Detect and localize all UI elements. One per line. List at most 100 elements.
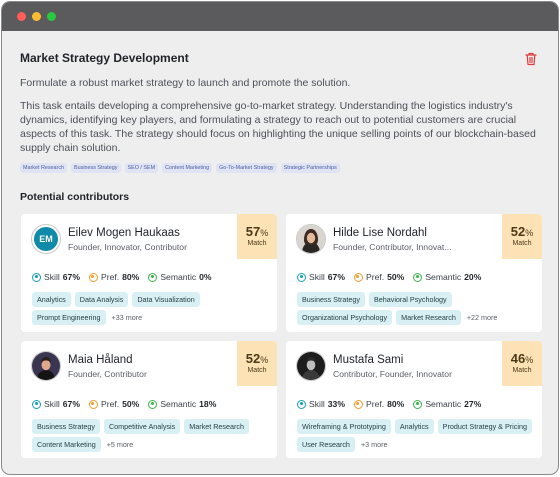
skill-tag: Market Research bbox=[184, 419, 249, 434]
avatar bbox=[31, 351, 61, 381]
contributor-card[interactable]: Mustafa Sami Contributor, Founder, Innov… bbox=[286, 341, 542, 458]
match-badge: 52% Match bbox=[237, 341, 277, 386]
task-tag[interactable]: Business Strategy bbox=[71, 163, 121, 173]
skill-tag: Market Research bbox=[396, 310, 461, 325]
match-percent: 52 bbox=[245, 351, 261, 366]
skill-tag: Organizational Psychology bbox=[297, 310, 393, 325]
task-tag[interactable]: Content Marketing bbox=[162, 163, 213, 173]
semantic-icon bbox=[413, 399, 423, 409]
match-percent: 57 bbox=[245, 224, 261, 239]
app-window: Market Strategy Development Formulate a … bbox=[1, 1, 559, 475]
task-title: Market Strategy Development bbox=[20, 51, 189, 65]
pref-value: 80% bbox=[387, 399, 405, 409]
close-window-button[interactable] bbox=[17, 12, 26, 21]
skill-icon bbox=[32, 399, 41, 409]
skill-tag: Analytics bbox=[394, 419, 434, 434]
skill-icon bbox=[32, 272, 41, 282]
avatar: EM bbox=[31, 224, 61, 254]
skill-tag: Analytics bbox=[32, 292, 71, 307]
pref-label: Pref. bbox=[365, 399, 385, 409]
task-summary: Formulate a robust market strategy to la… bbox=[20, 77, 351, 89]
match-unit: % bbox=[525, 355, 534, 365]
match-label: Match bbox=[247, 240, 267, 247]
match-badge: 57% Match bbox=[237, 214, 277, 259]
skill-icon bbox=[297, 399, 306, 409]
minimize-window-button[interactable] bbox=[32, 12, 41, 21]
semantic-label: Semantic bbox=[160, 399, 197, 409]
match-unit: % bbox=[260, 355, 269, 365]
contributor-card[interactable]: Hilde Lise Nordahl Founder, Contributor,… bbox=[286, 214, 542, 332]
semantic-label: Semantic bbox=[425, 272, 462, 282]
task-tag[interactable]: SEO / SEM bbox=[124, 163, 159, 173]
avatar bbox=[296, 351, 326, 381]
match-badge: 52% Match bbox=[502, 214, 542, 259]
pref-label: Pref. bbox=[365, 272, 385, 282]
pref-label: Pref. bbox=[100, 399, 120, 409]
pref-value: 50% bbox=[122, 399, 140, 409]
semantic-label: Semantic bbox=[160, 272, 197, 282]
preference-icon bbox=[88, 399, 98, 409]
task-description: This task entails developing a comprehen… bbox=[20, 100, 536, 154]
semantic-value: 0% bbox=[199, 272, 212, 282]
contributor-role: Contributor, Founder, Innovator bbox=[333, 369, 452, 379]
semantic-icon bbox=[148, 272, 158, 282]
contributor-card[interactable]: Maia Håland Founder, Contributor 52% Mat… bbox=[21, 341, 277, 458]
contributor-name: Maia Håland bbox=[68, 354, 133, 366]
more-skills-link[interactable]: +3 more bbox=[361, 440, 388, 449]
maximize-window-button[interactable] bbox=[47, 12, 56, 21]
skill-tag: User Research bbox=[297, 437, 355, 452]
skill-tag: Content Marketing bbox=[32, 437, 101, 452]
pref-value: 80% bbox=[122, 272, 140, 282]
skill-value: 67% bbox=[62, 399, 80, 409]
task-tag[interactable]: Go-To-Market Strategy bbox=[216, 163, 277, 173]
trash-icon[interactable] bbox=[525, 52, 537, 66]
skills-list: Business Strategy Competitive Analysis M… bbox=[32, 419, 270, 452]
semantic-label: Semantic bbox=[425, 399, 462, 409]
match-label: Match bbox=[512, 240, 532, 247]
metrics-row: Skill 67% Pref. 80% Semantic 0% bbox=[32, 272, 212, 282]
semantic-value: 20% bbox=[464, 272, 482, 282]
task-tag[interactable]: Market Research bbox=[20, 163, 68, 173]
skill-tag: Business Strategy bbox=[297, 292, 365, 307]
avatar-photo bbox=[297, 225, 325, 253]
avatar-photo bbox=[297, 352, 325, 380]
avatar-photo bbox=[32, 352, 60, 380]
preference-icon bbox=[88, 272, 98, 282]
more-skills-link[interactable]: +33 more bbox=[112, 313, 143, 322]
skill-value: 67% bbox=[62, 272, 80, 282]
skill-label: Skill bbox=[44, 399, 60, 409]
metrics-row: Skill 33% Pref. 80% Semantic 27% bbox=[297, 399, 481, 409]
task-tag[interactable]: Strategic Partnerships bbox=[280, 163, 340, 173]
contributor-card[interactable]: EM Eilev Mogen Haukaas Founder, Innovato… bbox=[21, 214, 277, 332]
metrics-row: Skill 67% Pref. 50% Semantic 20% bbox=[297, 272, 481, 282]
skills-list: Wireframing & Prototyping Analytics Prod… bbox=[297, 419, 535, 452]
match-percent: 46 bbox=[510, 351, 526, 366]
skill-tag: Prompt Engineering bbox=[32, 310, 106, 325]
preference-icon bbox=[353, 272, 363, 282]
task-detail-panel: Market Strategy Development Formulate a … bbox=[2, 31, 558, 474]
skill-icon bbox=[297, 272, 306, 282]
match-unit: % bbox=[525, 228, 534, 238]
contributor-role: Founder, Innovator, Contributor bbox=[68, 242, 187, 252]
match-percent: 52 bbox=[510, 224, 526, 239]
contributor-role: Founder, Contributor, Innovat... bbox=[333, 242, 452, 252]
skill-label: Skill bbox=[44, 272, 60, 282]
semantic-icon bbox=[148, 399, 158, 409]
match-label: Match bbox=[512, 367, 532, 374]
avatar-initials: EM bbox=[34, 227, 58, 251]
skill-value: 33% bbox=[327, 399, 345, 409]
skill-tag: Behavioral Psychology bbox=[368, 292, 452, 307]
more-skills-link[interactable]: +22 more bbox=[467, 313, 498, 322]
contributor-name: Eilev Mogen Haukaas bbox=[68, 227, 180, 239]
semantic-icon bbox=[413, 272, 423, 282]
skill-tag: Business Strategy bbox=[32, 419, 100, 434]
semantic-value: 27% bbox=[464, 399, 482, 409]
contributor-name: Mustafa Sami bbox=[333, 354, 404, 366]
skill-value: 67% bbox=[327, 272, 345, 282]
preference-icon bbox=[353, 399, 363, 409]
skills-list: Analytics Data Analysis Data Visualizati… bbox=[32, 292, 270, 325]
contributor-role: Founder, Contributor bbox=[68, 369, 147, 379]
skill-label: Skill bbox=[309, 272, 325, 282]
more-skills-link[interactable]: +5 more bbox=[107, 440, 134, 449]
skill-label: Skill bbox=[309, 399, 325, 409]
